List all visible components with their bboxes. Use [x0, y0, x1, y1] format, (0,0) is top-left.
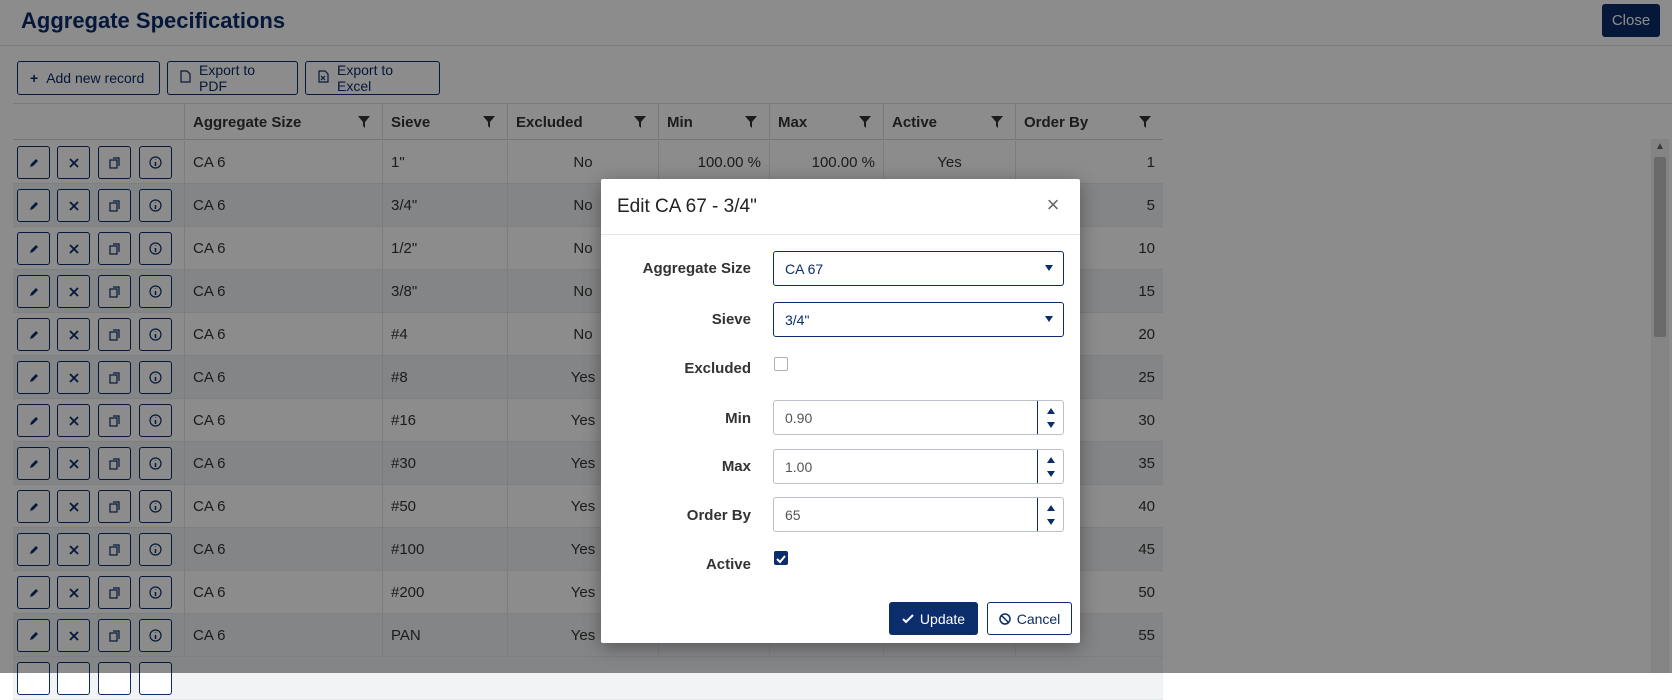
dialog-title: Edit CA 67 - 3/4" [617, 196, 757, 217]
aggregate-size-label: Aggregate Size [642, 260, 751, 277]
min-label: Min [725, 410, 751, 427]
increment-icon[interactable] [1047, 457, 1055, 463]
sieve-value: 3/4" [785, 311, 810, 328]
checkmark-icon [902, 613, 914, 623]
max-value: 1.00 [785, 458, 813, 475]
chevron-down-icon [1045, 316, 1053, 322]
aggregate-size-value: CA 67 [785, 260, 824, 277]
max-stepper[interactable] [1037, 450, 1063, 483]
min-value: 0.90 [785, 409, 813, 426]
sieve-select[interactable]: 3/4" [773, 302, 1064, 337]
app-root: Aggregate Specifications Close + Add new… [0, 0, 1672, 700]
aggregate-size-select[interactable]: CA 67 [773, 251, 1064, 286]
cancel-button[interactable]: Cancel [987, 602, 1072, 635]
order-by-stepper[interactable] [1037, 498, 1063, 531]
max-input[interactable]: 1.00 [773, 449, 1064, 484]
update-label: Update [919, 610, 966, 627]
active-label: Active [705, 556, 751, 573]
cancel-icon [998, 612, 1011, 625]
order-by-label: Order By [686, 507, 751, 524]
update-button[interactable]: Update [889, 602, 978, 635]
sieve-label: Sieve [711, 311, 751, 328]
excluded-checkbox[interactable] [774, 357, 788, 371]
excluded-label: Excluded [684, 360, 751, 377]
min-input[interactable]: 0.90 [773, 400, 1064, 435]
min-stepper[interactable] [1037, 401, 1063, 434]
decrement-icon[interactable] [1047, 519, 1055, 525]
increment-icon[interactable] [1047, 505, 1055, 511]
dialog-header: Edit CA 67 - 3/4" × [601, 179, 1080, 235]
decrement-icon[interactable] [1047, 422, 1055, 428]
increment-icon[interactable] [1047, 408, 1055, 414]
decrement-icon[interactable] [1047, 471, 1055, 477]
dialog-close-icon[interactable]: × [1041, 192, 1065, 217]
chevron-down-icon [1045, 265, 1053, 271]
checkmark-icon [776, 555, 786, 564]
edit-dialog: Edit CA 67 - 3/4" × Aggregate Size CA 67… [601, 179, 1080, 643]
max-label: Max [721, 458, 751, 475]
order-by-input[interactable]: 65 [773, 497, 1064, 532]
order-by-value: 65 [785, 506, 801, 523]
active-checkbox[interactable] [774, 551, 788, 565]
cancel-label: Cancel [1016, 610, 1061, 627]
